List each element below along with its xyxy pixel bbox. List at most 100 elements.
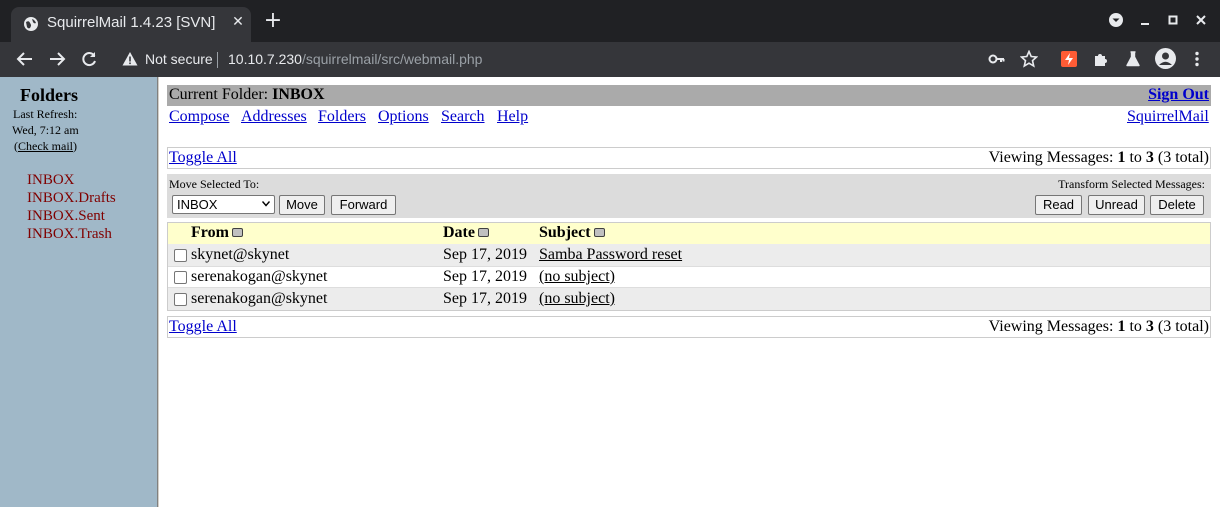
table-row[interactable]: serenakogan@skynet Sep 17, 2019 (no subj… [168, 288, 1210, 310]
url-text[interactable]: 10.10.7.230/squirrelmail/src/webmail.php [228, 51, 482, 67]
folder-sidebar: Folders Last Refresh: Wed, 7:12 am (Chec… [0, 77, 157, 507]
current-folder-label: Current Folder: [169, 86, 269, 103]
message-from: serenakogan@skynet [191, 290, 328, 307]
forward-button[interactable]: Forward [331, 195, 396, 215]
message-checkbox[interactable] [174, 249, 187, 262]
back-arrow-icon[interactable] [15, 49, 35, 69]
message-subject-link[interactable]: Samba Password reset [539, 246, 682, 264]
last-refresh-time: Wed, 7:12 am [12, 123, 79, 137]
message-subject-link[interactable]: (no subject) [539, 268, 615, 286]
viewing-messages-bottom: Viewing Messages: 1 to 3 (3 total) [989, 318, 1209, 336]
menu-addresses[interactable]: Addresses [241, 108, 307, 126]
column-from[interactable]: From [191, 224, 243, 242]
viewing-total: (3 total) [1157, 149, 1209, 166]
folder-inbox-sent[interactable]: INBOX.Sent [27, 208, 105, 225]
menu-compose[interactable]: Compose [169, 108, 229, 126]
read-button[interactable]: Read [1035, 195, 1082, 215]
table-row[interactable]: skynet@skynet Sep 17, 2019 Samba Passwor… [168, 244, 1210, 266]
close-window-icon[interactable] [1192, 11, 1210, 29]
browser-toolbar: Not secure 10.10.7.230/squirrelmail/src/… [0, 42, 1220, 77]
move-button[interactable]: Move [279, 195, 325, 215]
message-from: serenakogan@skynet [191, 268, 328, 285]
column-subject[interactable]: Subject [539, 224, 605, 242]
message-subject-link[interactable]: (no subject) [539, 290, 615, 308]
viewing-to: 3 [1145, 149, 1154, 166]
message-checkbox[interactable] [174, 293, 187, 306]
profile-avatar-icon[interactable] [1155, 48, 1176, 69]
url-path: /squirrelmail/src/webmail.php [301, 51, 483, 67]
table-row[interactable]: serenakogan@skynet Sep 17, 2019 (no subj… [168, 266, 1210, 288]
folders-title: Folders [20, 85, 78, 105]
frame-divider[interactable] [157, 77, 160, 507]
move-target-value: INBOX [177, 197, 218, 212]
column-from-label: From [191, 224, 229, 241]
current-folder-name: INBOX [272, 86, 325, 103]
close-tab-icon[interactable]: ✕ [229, 13, 247, 31]
menu-folders[interactable]: Folders [318, 108, 366, 126]
pager-top: Toggle All Viewing Messages: 1 to 3 (3 t… [167, 147, 1211, 169]
sort-date-icon[interactable] [477, 227, 489, 237]
omnibox-divider [217, 52, 218, 68]
message-list: From Date Subject skynet@skynet Sep 17, … [167, 222, 1211, 311]
sort-subject-icon[interactable] [593, 227, 605, 237]
tab-search-icon[interactable] [1107, 11, 1125, 29]
squirrelmail-link[interactable]: SquirrelMail [1127, 108, 1209, 126]
viewing-from: 1 [1117, 318, 1126, 335]
more-menu-icon[interactable] [1188, 50, 1206, 68]
column-subject-label: Subject [539, 224, 591, 241]
forward-arrow-icon[interactable] [47, 49, 67, 69]
address-bar[interactable]: Not secure 10.10.7.230/squirrelmail/src/… [112, 46, 1048, 73]
menu-search[interactable]: Search [441, 108, 485, 126]
viewing-prefix: Viewing Messages: [988, 318, 1114, 335]
message-date: Sep 17, 2019 [443, 246, 527, 263]
globe-icon [24, 17, 38, 31]
action-bar: Move Selected To: INBOX Move Forward Tra… [167, 174, 1211, 218]
transform-selected-label: Transform Selected Messages: [1058, 177, 1205, 191]
viewing-messages-top: Viewing Messages: 1 to 3 (3 total) [989, 149, 1209, 167]
chevron-down-icon [262, 201, 270, 207]
sort-from-icon[interactable] [231, 227, 243, 237]
folder-inbox-drafts[interactable]: INBOX.Drafts [27, 190, 116, 207]
warning-icon[interactable] [122, 51, 138, 67]
url-host: 10.10.7.230 [228, 51, 302, 67]
menu-options[interactable]: Options [378, 108, 429, 126]
toggle-all-top[interactable]: Toggle All [169, 149, 237, 167]
delete-button[interactable]: Delete [1150, 195, 1204, 215]
bookmark-star-icon[interactable] [1020, 50, 1038, 68]
message-checkbox[interactable] [174, 271, 187, 284]
viewing-total: (3 total) [1157, 318, 1209, 335]
labs-flask-icon[interactable] [1124, 50, 1142, 68]
browser-tab[interactable]: SquirrelMail 1.4.23 [SVN] ✕ [11, 7, 251, 42]
message-date: Sep 17, 2019 [443, 268, 527, 285]
check-mail-close-paren: ) [72, 139, 77, 153]
last-refresh-label: Last Refresh: [13, 107, 78, 121]
not-secure-label[interactable]: Not secure [145, 51, 213, 67]
viewing-to-word: to [1129, 149, 1142, 166]
browser-tab-bar: SquirrelMail 1.4.23 [SVN] ✕ + [0, 0, 1220, 42]
key-icon[interactable] [988, 50, 1006, 68]
unread-button[interactable]: Unread [1088, 195, 1145, 215]
toggle-all-bottom[interactable]: Toggle All [169, 318, 237, 336]
tab-title: SquirrelMail 1.4.23 [SVN] [47, 14, 216, 31]
folder-inbox[interactable]: INBOX [27, 172, 75, 189]
check-mail: (Check mail) [14, 139, 77, 154]
viewing-to-word: to [1129, 318, 1142, 335]
extension-orange-icon[interactable] [1060, 50, 1078, 68]
menu-help[interactable]: Help [497, 108, 528, 126]
viewing-from: 1 [1117, 149, 1126, 166]
check-mail-link[interactable]: Check mail [18, 139, 73, 153]
message-from: skynet@skynet [191, 246, 290, 263]
column-date-label: Date [443, 224, 475, 241]
message-date: Sep 17, 2019 [443, 290, 527, 307]
extensions-puzzle-icon[interactable] [1092, 50, 1110, 68]
viewing-to: 3 [1145, 318, 1154, 335]
message-list-header: From Date Subject [168, 223, 1210, 244]
move-target-select[interactable]: INBOX [172, 195, 275, 214]
minimize-icon[interactable] [1136, 11, 1154, 29]
new-tab-icon[interactable]: + [262, 10, 284, 32]
maximize-icon[interactable] [1164, 11, 1182, 29]
column-date[interactable]: Date [443, 224, 489, 242]
reload-icon[interactable] [79, 49, 99, 69]
sign-out-link[interactable]: Sign Out [1148, 86, 1209, 104]
folder-inbox-trash[interactable]: INBOX.Trash [27, 226, 112, 243]
